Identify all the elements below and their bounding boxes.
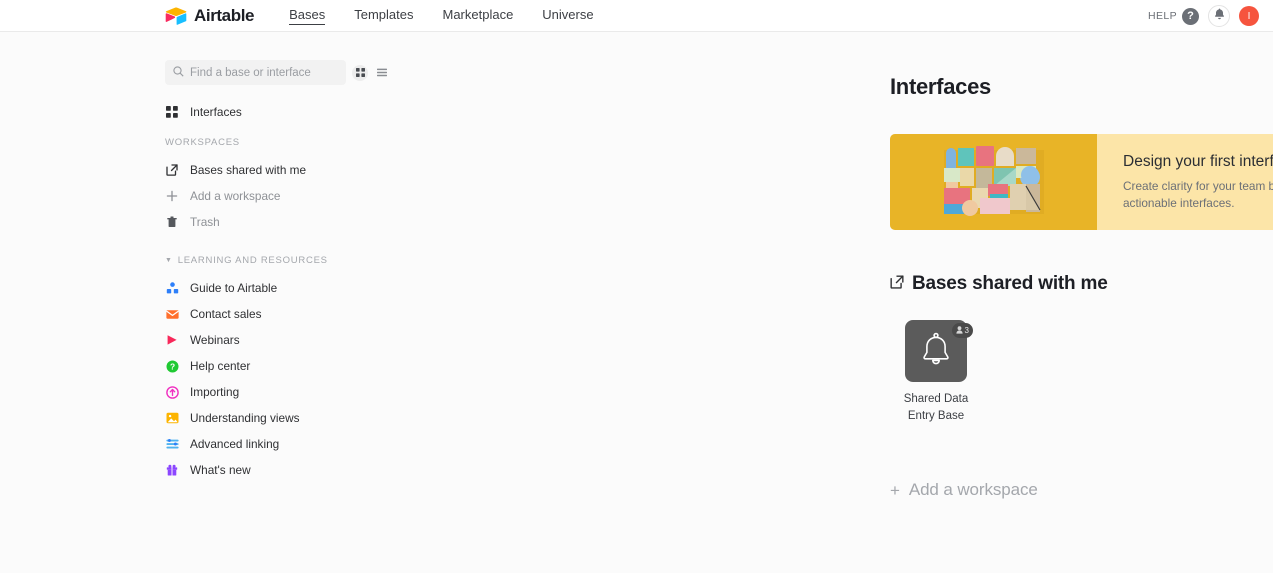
nav-link-templates[interactable]: Templates: [354, 7, 413, 24]
sidebar: Find a base or interface: [0, 32, 445, 573]
bases-grid: 3 Shared Data Entry Base: [890, 320, 1273, 424]
plus-icon: [165, 189, 179, 203]
search-placeholder-text: Find a base or interface: [190, 67, 311, 79]
workspace-heading: Bases shared with me: [890, 273, 1273, 295]
collaborator-count: 3: [965, 326, 969, 335]
chevron-down-icon: ▼: [165, 257, 173, 264]
learning-section-label[interactable]: ▼ LEARNING AND RESOURCES: [165, 255, 445, 266]
hierarchy-icon: [165, 281, 179, 295]
sidebar-item-add-a-workspace[interactable]: Add a workspace: [165, 183, 445, 209]
nav-link-marketplace[interactable]: Marketplace: [442, 7, 513, 24]
base-card[interactable]: 3 Shared Data Entry Base: [890, 320, 982, 424]
envelope-icon: [165, 307, 179, 321]
svg-text:?: ?: [169, 361, 174, 371]
help-button[interactable]: HELP ?: [1148, 8, 1199, 25]
sidebar-item-label: Help center: [190, 359, 250, 373]
collaborator-badge: 3: [952, 323, 973, 338]
sidebar-item-understanding-views[interactable]: Understanding views: [165, 405, 445, 431]
nav-link-universe[interactable]: Universe: [542, 7, 593, 24]
page-title: Interfaces: [890, 74, 1273, 100]
sidebar-item-label: Understanding views: [190, 411, 300, 425]
link-lines-icon: [165, 437, 179, 451]
sidebar-item-label: Contact sales: [190, 307, 261, 321]
main-inner: Design your first interface Create clari…: [890, 134, 1273, 500]
banner-title: Design your first interface: [1123, 153, 1273, 171]
sidebar-item-label: Guide to Airtable: [190, 281, 277, 295]
add-workspace-label: Add a workspace: [909, 480, 1038, 500]
learning-section-text: LEARNING AND RESOURCES: [178, 255, 328, 266]
sidebar-item-label: Add a workspace: [190, 189, 281, 203]
workspace-title: Bases shared with me: [912, 273, 1108, 295]
grid-icon: [356, 64, 365, 82]
sidebar-item-interfaces[interactable]: Interfaces: [165, 99, 445, 125]
nav-right-actions: HELP ? I: [1148, 0, 1259, 32]
question-mark-icon: ?: [1182, 8, 1199, 25]
search-input[interactable]: Find a base or interface: [165, 60, 346, 85]
sidebar-item-help-center[interactable]: ? Help center: [165, 353, 445, 379]
external-link-icon: [890, 273, 904, 295]
sidebar-item-advanced-linking[interactable]: Advanced linking: [165, 431, 445, 457]
question-circle-icon: ?: [165, 359, 179, 373]
gift-icon: [165, 463, 179, 477]
nav-link-bases[interactable]: Bases: [289, 7, 325, 25]
geometric-blocks-illustration: [890, 134, 1097, 230]
sidebar-item-label: Advanced linking: [190, 437, 279, 451]
sidebar-item-guide-to-airtable[interactable]: Guide to Airtable: [165, 275, 445, 301]
sidebar-item-importing[interactable]: Importing: [165, 379, 445, 405]
banner-body: Design your first interface Create clari…: [1097, 134, 1273, 230]
notifications-button[interactable]: [1208, 5, 1230, 27]
list-icon: [377, 64, 387, 82]
banner-subtitle: Create clarity for your team by designin…: [1123, 178, 1273, 212]
upload-circle-icon: [165, 385, 179, 399]
trash-icon: [165, 215, 179, 229]
sidebar-item-contact-sales[interactable]: Contact sales: [165, 301, 445, 327]
sidebar-item-label: Interfaces: [190, 105, 242, 119]
sidebar-item-whats-new[interactable]: What's new: [165, 457, 445, 483]
sidebar-item-trash[interactable]: Trash: [165, 209, 445, 235]
sidebar-item-label: Bases shared with me: [190, 163, 306, 177]
external-link-icon: [165, 163, 179, 177]
main-content: Interfaces: [445, 32, 1273, 573]
sidebar-item-label: What's new: [190, 463, 251, 477]
list-view-toggle[interactable]: [374, 65, 390, 81]
top-navigation-bar: Airtable Bases Templates Marketplace Uni…: [0, 0, 1273, 32]
image-icon: [165, 411, 179, 425]
user-avatar[interactable]: I: [1239, 6, 1259, 26]
sidebar-item-bases-shared-with-me[interactable]: Bases shared with me: [165, 157, 445, 183]
airtable-logo-icon: [165, 7, 187, 25]
workspaces-section-label: WORKSPACES: [165, 137, 445, 148]
search-icon: [173, 64, 184, 82]
design-interface-banner: Design your first interface Create clari…: [890, 134, 1273, 230]
plus-icon: +: [890, 482, 900, 499]
grid-view-toggle[interactable]: [352, 65, 368, 81]
airtable-brand-logo[interactable]: Airtable: [165, 6, 254, 26]
primary-nav-links: Bases Templates Marketplace Universe: [289, 7, 594, 25]
banner-text: Design your first interface Create clari…: [1123, 153, 1273, 212]
help-label: HELP: [1148, 10, 1177, 22]
bell-icon: [1214, 7, 1225, 25]
grid-squares-icon: [165, 105, 179, 119]
sidebar-item-label: Webinars: [190, 333, 240, 347]
base-thumbnail: 3: [905, 320, 967, 382]
bell-icon: [920, 332, 952, 371]
play-triangle-icon: [165, 333, 179, 347]
sidebar-item-label: Importing: [190, 385, 239, 399]
brand-name-text: Airtable: [194, 6, 254, 26]
page-body: Find a base or interface: [0, 32, 1273, 573]
add-workspace-button[interactable]: + Add a workspace: [890, 480, 1273, 500]
sidebar-item-label: Trash: [190, 215, 220, 229]
base-name: Shared Data Entry Base: [890, 391, 982, 424]
person-icon: [956, 326, 963, 336]
sidebar-item-webinars[interactable]: Webinars: [165, 327, 445, 353]
sidebar-search-row: Find a base or interface: [165, 60, 390, 85]
